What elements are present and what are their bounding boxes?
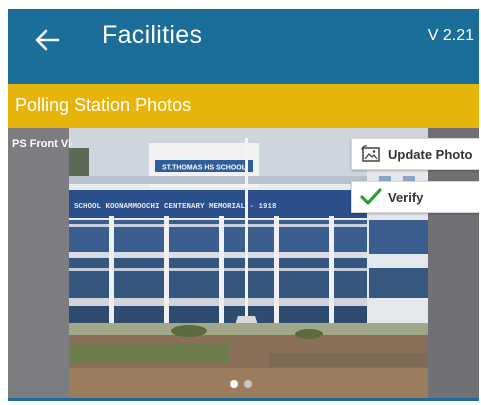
- photo-label: PS Front View: [12, 138, 72, 150]
- verify-label: Verify: [388, 189, 424, 205]
- checkmark-icon: [360, 186, 382, 208]
- previous-slide-edge: [8, 128, 69, 401]
- verify-button[interactable]: Verify: [351, 181, 479, 213]
- app-bar: Facilities V 2.21: [8, 9, 479, 72]
- app-screen: Facilities V 2.21 Polling Station Photos…: [8, 9, 479, 401]
- app-bar-extension: [8, 72, 479, 84]
- building-sign-text: ST.THOMAS HS SCHOOL: [162, 165, 247, 172]
- back-button[interactable]: [30, 23, 64, 57]
- arrow-left-icon: [35, 29, 60, 51]
- update-photo-button[interactable]: Update Photo: [351, 138, 479, 170]
- photo-update-icon: [360, 143, 382, 165]
- photo-carousel[interactable]: ST.THOMAS HS SCHOOL SCHOOL KOONAMMOOCHI …: [8, 128, 479, 401]
- section-title: Polling Station Photos: [15, 95, 192, 115]
- bottom-divider: [8, 398, 479, 401]
- section-header: Polling Station Photos: [8, 84, 479, 128]
- pagination-dot[interactable]: [244, 380, 252, 388]
- page-title: Facilities: [102, 21, 203, 49]
- carousel-pagination: [230, 380, 252, 390]
- version-label: V 2.21: [427, 27, 474, 44]
- pagination-dot-active[interactable]: [230, 380, 238, 388]
- update-photo-label: Update Photo: [388, 146, 473, 162]
